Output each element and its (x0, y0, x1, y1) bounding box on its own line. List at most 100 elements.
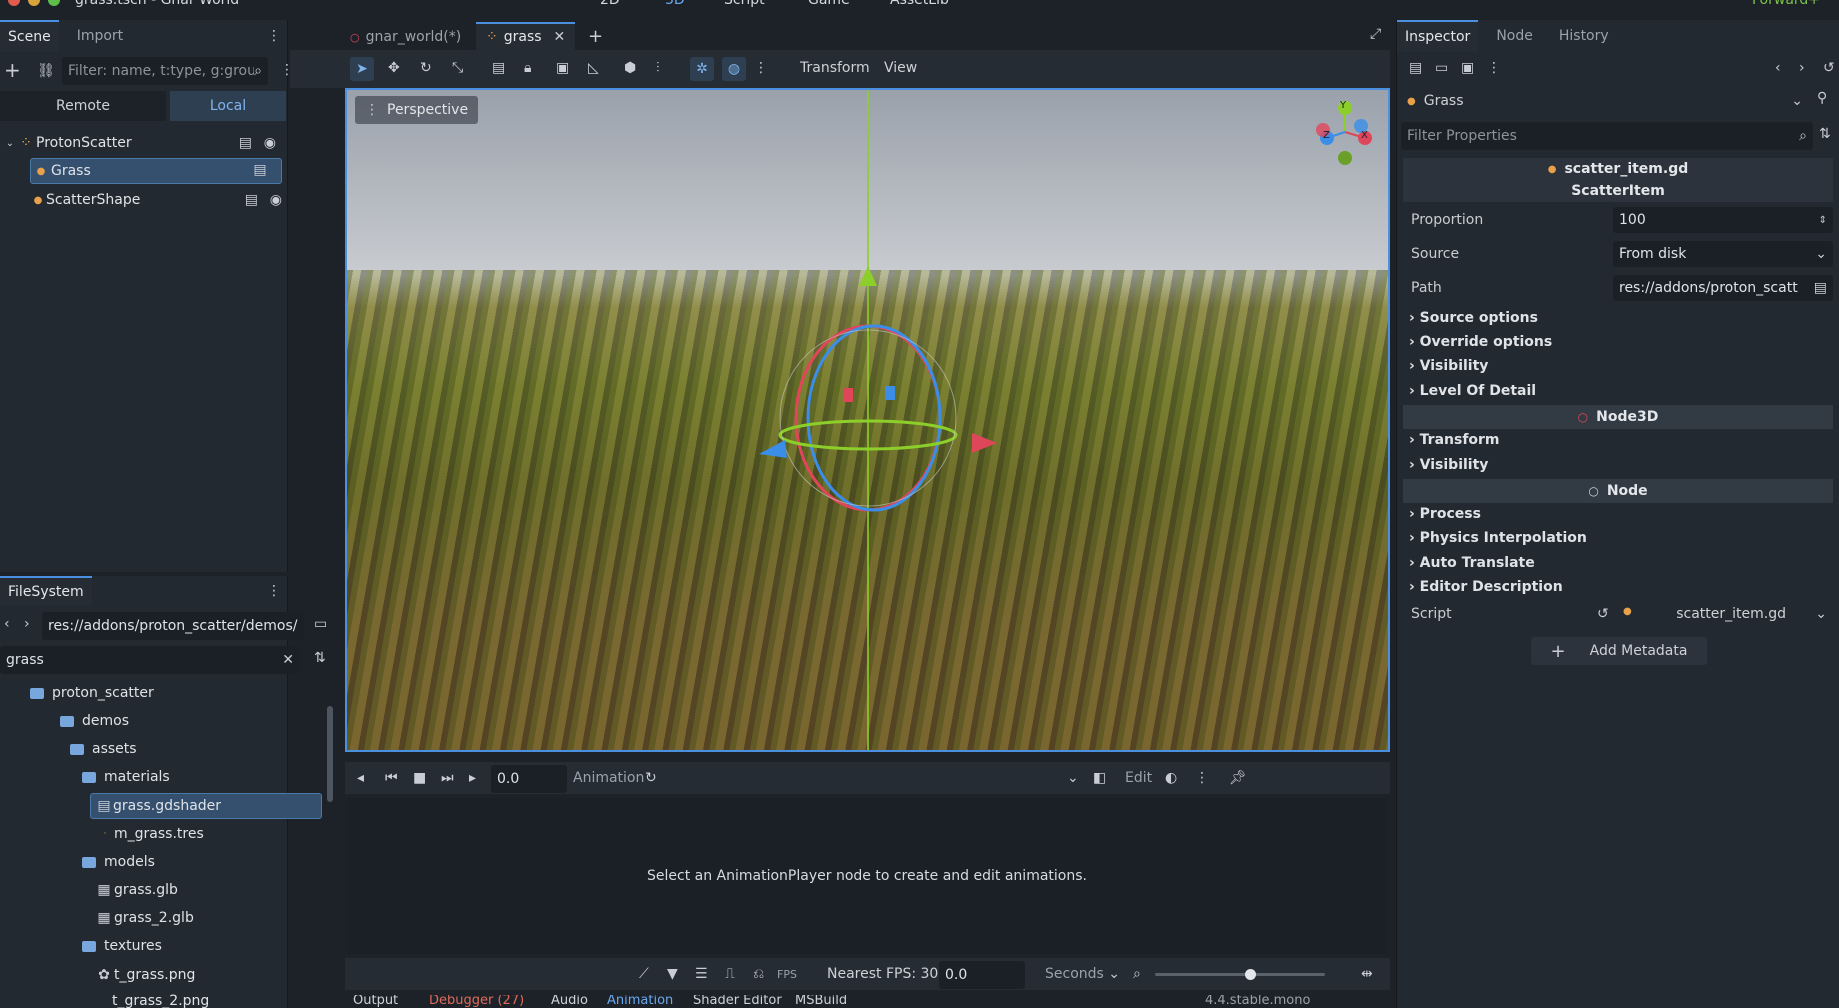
fs-item-assets[interactable]: assets (70, 736, 137, 762)
ruler-icon[interactable]: ◺ (588, 60, 599, 76)
stop-icon[interactable]: ■ (413, 770, 426, 786)
fs-item-demos[interactable]: demos (60, 708, 129, 734)
script-icon[interactable]: ▤ (239, 135, 252, 151)
forward-icon[interactable]: › (24, 616, 30, 632)
tab-shader-editor[interactable]: Shader Editor (693, 995, 782, 1008)
file-browse-icon[interactable]: ▤ (1814, 280, 1827, 296)
lock-icon[interactable]: 🔒︎ (524, 60, 531, 76)
transform-menu[interactable]: Transform (800, 60, 870, 76)
path-input[interactable]: res://addons/proton_scatt ▤ (1613, 275, 1833, 301)
bezier-icon[interactable]: ⟋ (639, 966, 649, 982)
fs-item-textures[interactable]: textures (82, 933, 162, 959)
fs-item-proton-scatter[interactable]: proton_scatter (30, 680, 154, 706)
scale-tool-icon[interactable]: ⤡ (452, 60, 463, 76)
fs-path-input[interactable]: res://addons/proton_scatter/demos/a (42, 612, 304, 640)
visibility-eye-icon[interactable]: ◉ (270, 192, 282, 208)
fps-icon[interactable]: FPS (777, 968, 797, 981)
zoom-slider-handle[interactable] (1245, 969, 1256, 980)
tab-import[interactable]: Import (69, 20, 131, 52)
play-backwards-from-end-icon[interactable]: ◂ (357, 770, 364, 786)
fs-item-grass-glb[interactable]: ▦ grass.glb (94, 877, 178, 903)
fs-item-grass-gdshader[interactable]: ▤ grass.gdshader (90, 793, 322, 819)
add-metadata-button[interactable]: + Add Metadata (1531, 637, 1707, 665)
proportion-input[interactable]: 100 ⇕ (1613, 207, 1833, 233)
group-physics-interpolation[interactable]: › Physics Interpolation (1409, 530, 1587, 546)
pin-icon[interactable]: 📌︎ (1229, 770, 1247, 786)
chevron-down-icon[interactable]: ⌄ (4, 138, 16, 149)
mode-script-button[interactable]: Script (724, 0, 765, 8)
node3d-header[interactable]: ○ Node3D (1403, 405, 1833, 429)
link-icon[interactable]: ⛓ (36, 60, 56, 82)
viewport-3d[interactable]: ⋮ Perspective Y X Z (345, 88, 1390, 752)
fit-timeline-icon[interactable]: ⇹ (1361, 966, 1373, 982)
group-source-options[interactable]: › Source options (1409, 310, 1538, 326)
group-process[interactable]: › Process (1409, 506, 1481, 522)
mode-assetlib-button[interactable]: AssetLib (890, 0, 949, 8)
grass-script-icon[interactable]: ▤ (250, 162, 270, 178)
close-tab-icon[interactable]: ✕ (554, 29, 566, 45)
edit-menu[interactable]: Edit (1125, 770, 1152, 786)
group-transform[interactable]: › Transform (1409, 432, 1500, 448)
clear-search-icon[interactable]: ✕ (282, 652, 294, 668)
tab-gnar-world[interactable]: ○ gnar_world(*) (350, 24, 461, 50)
script-icon[interactable]: ▤ (245, 192, 258, 208)
group-visibility-3d[interactable]: › Visibility (1409, 457, 1488, 473)
object-selector[interactable]: ● Grass ⌄ (1401, 88, 1809, 114)
fs-item-materials[interactable]: materials (82, 764, 170, 790)
select-tool-icon[interactable]: ➤ (350, 57, 374, 81)
back-icon[interactable]: ‹ (4, 616, 10, 632)
local-space-icon[interactable]: ⬢ (624, 60, 636, 76)
tab-inspector[interactable]: Inspector (1397, 20, 1479, 52)
add-node-icon[interactable]: + (4, 58, 24, 84)
rotate-tool-icon[interactable]: ↻ (420, 60, 432, 76)
group-override-options[interactable]: › Override options (1409, 334, 1552, 350)
layout-toggle-icon[interactable]: ▭ (314, 616, 327, 632)
more-options-icon[interactable]: ⋮ (1195, 770, 1209, 786)
group-tracks-icon[interactable]: ☰ (695, 966, 708, 982)
remote-button[interactable]: Remote (0, 91, 166, 121)
play-backwards-icon[interactable]: ⏮︎ (385, 770, 398, 786)
local-button[interactable]: Local (170, 91, 286, 121)
time-unit-select[interactable]: Seconds ⌄ (1045, 966, 1120, 982)
tab-audio[interactable]: Audio (551, 995, 588, 1008)
more-options-icon[interactable]: ⋮ (1487, 60, 1501, 76)
save-icon[interactable]: ▣ (1461, 60, 1474, 76)
tab-output[interactable]: Output (353, 995, 398, 1008)
list-select-icon[interactable]: ▤ (492, 60, 505, 76)
history-forward-icon[interactable]: › (1799, 60, 1805, 76)
group-level-of-detail[interactable]: › Level Of Detail (1409, 383, 1536, 399)
group-editor-description[interactable]: › Editor Description (1409, 579, 1563, 595)
zoom-icon[interactable]: ⌕ (1133, 966, 1141, 982)
tab-scene[interactable]: Scene (0, 20, 59, 52)
dock-menu-icon[interactable]: ⋮ (267, 20, 281, 52)
tab-animation[interactable]: Animation (607, 995, 673, 1008)
tree-node-protonscatter[interactable]: ⌄ ⁘ ProtonScatter ▤ ◉ (4, 130, 284, 156)
tab-grass[interactable]: ⁘ grass ✕ (476, 22, 576, 50)
group-visibility[interactable]: › Visibility (1409, 358, 1488, 374)
renderer-selector[interactable]: Forward+ (1752, 0, 1820, 8)
move-tool-icon[interactable]: ✥ (388, 60, 400, 76)
open-folder-icon[interactable]: ▭ (1435, 60, 1448, 76)
onion-skin-icon[interactable]: ◐ (1165, 770, 1177, 786)
play-from-start-icon[interactable]: ▸ (469, 770, 476, 786)
view-menu[interactable]: View (884, 60, 917, 76)
filter-properties-input[interactable]: Filter Properties ⌕ (1401, 122, 1813, 150)
fs-scrollbar[interactable] (327, 706, 333, 802)
revert-icon[interactable]: ↺ (1597, 606, 1609, 622)
property-options-icon[interactable]: ⇅ (1819, 126, 1831, 142)
spinner-icon[interactable]: ⇕ (1819, 215, 1827, 226)
snap-time-icon[interactable]: ⎍ (725, 966, 735, 982)
filter-icon[interactable]: ▼ (667, 966, 678, 982)
step-input[interactable]: 0.0 (939, 961, 1025, 989)
mode-2d-button[interactable]: 2D (600, 0, 620, 8)
sort-icon[interactable]: ⇅ (314, 650, 326, 666)
tab-filesystem[interactable]: FileSystem (0, 576, 92, 606)
more-options-icon[interactable]: ⋮ (754, 60, 768, 76)
fs-item-m-grass[interactable]: · m_grass.tres (96, 821, 204, 847)
tab-history[interactable]: History (1551, 20, 1617, 52)
fs-item-t-grass-2[interactable]: t_grass_2.png (112, 988, 209, 1008)
environment-preview-icon[interactable]: ◍ (722, 57, 746, 81)
source-select[interactable]: From disk ⌄ (1613, 241, 1833, 267)
animation-tools-icon[interactable]: ◧ (1093, 770, 1106, 786)
snap-icon[interactable]: ⫶ (656, 60, 660, 76)
